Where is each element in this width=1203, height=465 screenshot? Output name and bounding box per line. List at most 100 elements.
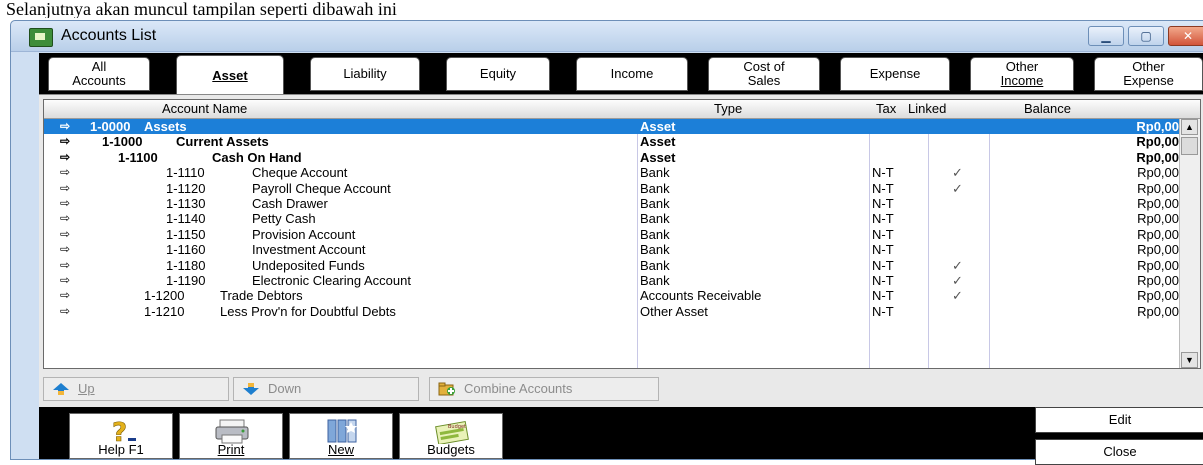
account-number: 1-1130 bbox=[166, 195, 206, 211]
account-type: Bank bbox=[640, 211, 670, 227]
tab-liability[interactable]: Liability bbox=[310, 57, 420, 91]
combine-accounts-icon bbox=[438, 382, 455, 396]
account-type: Bank bbox=[640, 165, 670, 181]
account-row[interactable]: ⇨ 1-1180 Undeposited Funds Bank N-T ✓ Rp0,00 bbox=[44, 258, 1181, 273]
column-account-name[interactable]: Account Name bbox=[162, 101, 247, 116]
account-balance: Rp0,00 bbox=[1136, 119, 1179, 134]
account-row[interactable]: ⇨ 1-0000 Assets Asset Rp0,00 bbox=[44, 119, 1181, 135]
tab-label: Equity bbox=[479, 66, 517, 81]
tab-label: Income bbox=[610, 66, 654, 81]
account-row[interactable]: ⇨ 1-1190 Electronic Clearing Account Bank N-… bbox=[44, 273, 1181, 288]
row-arrow-icon[interactable]: ⇨ bbox=[60, 227, 70, 242]
account-row[interactable]: ⇨ 1-1200 Trade Debtors Accounts Receivable N… bbox=[44, 288, 1181, 303]
maximize-button[interactable]: ▢ bbox=[1128, 26, 1164, 46]
account-number: 1-1000 bbox=[102, 134, 143, 150]
tab-other-income[interactable]: Other Income bbox=[970, 57, 1074, 91]
tab-cost-of-sales[interactable]: Cost of Sales bbox=[708, 57, 820, 91]
close-window-button[interactable]: ✕ bbox=[1168, 26, 1203, 46]
account-type: Other Asset bbox=[640, 303, 708, 319]
account-name: Trade Debtors bbox=[220, 288, 303, 304]
account-tax: N-T bbox=[872, 288, 894, 304]
row-arrow-icon[interactable]: ⇨ bbox=[60, 258, 70, 273]
row-arrow-icon[interactable]: ⇨ bbox=[60, 150, 70, 165]
scroll-down-icon[interactable]: ▼ bbox=[1181, 352, 1198, 368]
up-arrow-icon bbox=[53, 383, 69, 395]
account-row[interactable]: ⇨ 1-1000 Current Assets Asset Rp0,00 bbox=[44, 134, 1181, 149]
move-down-button[interactable]: Down bbox=[233, 377, 419, 401]
tab-equity[interactable]: Equity bbox=[446, 57, 550, 91]
account-linked: ✓ bbox=[952, 165, 963, 181]
account-tax: N-T bbox=[872, 272, 894, 288]
account-rows: ⇨ 1-0000 Assets Asset Rp0,00 ⇨ 1-1000 Current A… bbox=[44, 119, 1181, 319]
title-bar: Accounts List ▁ ▢ ✕ bbox=[11, 21, 1203, 52]
row-arrow-icon[interactable]: ⇨ bbox=[60, 273, 70, 288]
row-arrow-icon[interactable]: ⇨ bbox=[60, 288, 70, 303]
budgets-button[interactable]: Budget Budgets bbox=[399, 413, 503, 459]
tab-label: Asset bbox=[212, 67, 248, 83]
account-type: Asset bbox=[640, 119, 676, 134]
scroll-thumb[interactable] bbox=[1181, 137, 1198, 155]
account-row[interactable]: ⇨ 1-1100 Cash On Hand Asset Rp0,00 bbox=[44, 150, 1181, 165]
account-number: 1-0000 bbox=[90, 119, 131, 134]
help-button[interactable]: ? Help F1 bbox=[69, 413, 173, 459]
row-arrow-icon[interactable]: ⇨ bbox=[60, 211, 70, 226]
account-balance: Rp0,00 bbox=[1136, 149, 1179, 165]
tab-all-accounts[interactable]: All Accounts bbox=[48, 57, 150, 91]
account-row[interactable]: ⇨ 1-1120 Payroll Cheque Account Bank N-T ✓ Rp0… bbox=[44, 181, 1181, 196]
column-balance[interactable]: Balance bbox=[1024, 101, 1071, 116]
account-number: 1-1110 bbox=[166, 165, 205, 181]
account-row[interactable]: ⇨ 1-1150 Provision Account Bank N-T Rp0,00 bbox=[44, 227, 1181, 242]
row-arrow-icon[interactable]: ⇨ bbox=[60, 134, 70, 149]
print-label: Print bbox=[217, 442, 245, 457]
new-button[interactable]: New bbox=[289, 413, 393, 459]
budgets-icon-text: Budget bbox=[448, 424, 466, 430]
column-tax[interactable]: Tax bbox=[876, 101, 896, 116]
close-button[interactable]: Close bbox=[1035, 439, 1203, 465]
window-title: Accounts List bbox=[61, 27, 157, 44]
row-arrow-icon[interactable]: ⇨ bbox=[60, 196, 70, 211]
account-tax: N-T bbox=[872, 242, 894, 258]
tab-label: Expense bbox=[869, 66, 921, 81]
account-name: Payroll Cheque Account bbox=[252, 180, 391, 196]
account-type: Bank bbox=[640, 272, 670, 288]
row-arrow-icon[interactable]: ⇨ bbox=[60, 181, 70, 196]
account-name: Cheque Account bbox=[252, 165, 348, 181]
tab-income[interactable]: Income bbox=[576, 57, 688, 91]
account-name: Current Assets bbox=[176, 134, 269, 150]
row-arrow-icon[interactable]: ⇨ bbox=[60, 119, 70, 134]
account-row[interactable]: ⇨ 1-1130 Cash Drawer Bank N-T Rp0,00 bbox=[44, 196, 1181, 211]
row-arrow-icon[interactable]: ⇨ bbox=[60, 242, 70, 257]
account-balance: Rp0,00 bbox=[1137, 226, 1179, 242]
account-type: Asset bbox=[640, 149, 676, 165]
account-row[interactable]: ⇨ 1-1210 Less Prov'n for Doubtful Debts Oth… bbox=[44, 304, 1181, 319]
tab-asset[interactable]: Asset bbox=[176, 55, 284, 95]
account-row[interactable]: ⇨ 1-1140 Petty Cash Bank N-T Rp0,00 bbox=[44, 211, 1181, 226]
account-name: Assets bbox=[144, 119, 187, 134]
print-button[interactable]: Print bbox=[179, 413, 283, 459]
accounts-list-body: All Accounts Asset Liability Equity Incom… bbox=[39, 53, 1203, 465]
combine-accounts-label: Combine Accounts bbox=[464, 381, 573, 396]
account-tax: N-T bbox=[872, 165, 894, 181]
account-row[interactable]: ⇨ 1-1110 Cheque Account Bank N-T ✓ Rp0,00 bbox=[44, 165, 1181, 180]
toolbar-area: ? Help F1 Print New Budget Budgets Edit … bbox=[39, 407, 1203, 465]
edit-button[interactable]: Edit bbox=[1035, 407, 1203, 433]
combine-accounts-button[interactable]: Combine Accounts bbox=[429, 377, 659, 401]
account-number: 1-1200 bbox=[144, 288, 185, 304]
minimize-button[interactable]: ▁ bbox=[1088, 26, 1124, 46]
row-arrow-icon[interactable]: ⇨ bbox=[60, 304, 70, 319]
scroll-up-icon[interactable]: ▲ bbox=[1181, 119, 1198, 135]
tab-other-expense[interactable]: Other Expense bbox=[1094, 57, 1203, 91]
account-number: 1-1140 bbox=[166, 211, 206, 227]
tab-label: Liability bbox=[343, 66, 387, 81]
account-balance: Rp0,00 bbox=[1137, 211, 1179, 227]
column-type[interactable]: Type bbox=[714, 101, 742, 116]
tab-expense[interactable]: Expense bbox=[840, 57, 950, 91]
move-up-button[interactable]: Up bbox=[43, 377, 229, 401]
account-row[interactable]: ⇨ 1-1160 Investment Account Bank N-T Rp0,00 bbox=[44, 242, 1181, 257]
row-arrow-icon[interactable]: ⇨ bbox=[60, 165, 70, 180]
account-name: Undeposited Funds bbox=[252, 257, 365, 273]
budgets-icon: Budget bbox=[435, 420, 469, 444]
column-linked[interactable]: Linked bbox=[908, 101, 946, 116]
account-tax: N-T bbox=[872, 211, 894, 227]
vertical-scrollbar[interactable]: ▲ ▼ bbox=[1179, 119, 1200, 368]
